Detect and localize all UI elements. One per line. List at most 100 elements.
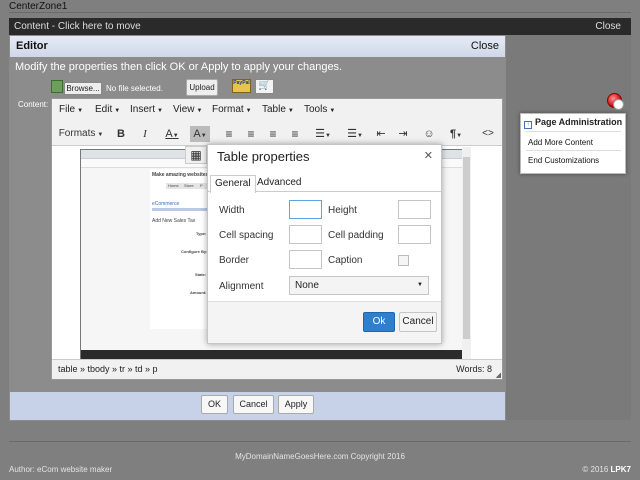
embedded-heading: Make amazing websites, [152,172,210,178]
admin-icon: ↑ [524,121,532,129]
content-close-link[interactable]: Close [595,18,621,35]
embedded-label-state: State: [195,272,207,277]
cancel-button[interactable]: Cancel [233,395,274,414]
numbered-list-icon[interactable]: ☰▼ [344,126,366,142]
dialog-close-icon[interactable]: ✕ [424,149,433,162]
apply-button[interactable]: Apply [278,395,314,414]
embedded-section: eCommerce [152,201,180,207]
editor-scrollbar[interactable] [462,147,471,359]
alignment-select[interactable]: None ▼ [289,276,429,295]
embedded-form-title: Add New Sales Tax [152,218,196,224]
content-move-bar[interactable]: Content - Click here to move Close [9,18,631,35]
width-label: Width [219,205,245,216]
editor-toolbar: Formats ▼ B I A▼ A▼ ≡ ≡ ≡ ≡ ☰▼ ☰▼ ⇤ ⇥ ☺ ¶… [52,122,502,146]
page-admin-title-text: Page Administration [535,117,623,127]
tab-general[interactable]: General [210,175,256,193]
element-path[interactable]: table » tbody » tr » td » p [58,364,158,374]
bullet-list-icon[interactable]: ☰▼ [312,126,334,142]
menu-edit[interactable]: Edit ▼ [95,104,120,115]
embedded-taskbar [81,350,464,359]
dialog-footer: Ok Cancel [208,301,441,343]
emoticon-icon[interactable]: ☺ [422,126,436,142]
border-input[interactable] [289,250,322,269]
width-input[interactable] [289,200,322,219]
justify-icon[interactable]: ≡ [288,126,302,142]
content-bar-label: Content - Click here to move [14,21,141,32]
menu-edit-label: Edit [95,104,113,115]
zone-divider [9,12,631,13]
paypal-icon[interactable]: PayPal [232,79,251,93]
text-color-icon[interactable]: A▼ [162,126,182,142]
editor-menubar: File ▼ Edit ▼ Insert ▼ View ▼ Format ▼ Table ▼… [52,99,502,122]
editor-statusbar: table » tbody » tr » td » p Words: 8 ◢ [52,359,502,379]
paragraph-marks-icon[interactable]: ¶▼ [448,126,464,142]
italic-icon[interactable]: I [138,126,152,142]
embedded-nav-p: P [200,183,203,188]
page-admin-toggle-icon[interactable] [607,93,624,110]
embedded-label-configure: Configure By: [181,249,208,254]
embedded-label-type: Type: [196,231,207,236]
shopping-cart-icon[interactable]: 🛒 [255,79,274,94]
embedded-nav-store: Store [184,183,194,188]
editor-close-link[interactable]: Close [471,40,499,52]
indent-icon[interactable]: ⇥ [396,126,410,142]
chevron-down-icon: ▼ [417,282,423,288]
upload-row: Browse... No file selected. Upload PayPa… [51,79,351,97]
menu-insert[interactable]: Insert ▼ [130,104,163,115]
lpk-credit: © 2016 LPK7 [582,465,631,474]
no-file-label: No file selected. [106,84,163,93]
embedded-link-bar [152,208,212,211]
menu-format[interactable]: Format ▼ [212,104,252,115]
source-code-icon[interactable]: <> [480,126,496,142]
embedded-label-amount: Amount: [190,290,207,295]
add-more-content-link[interactable]: Add More Content [528,138,593,147]
table-properties-dialog: Table properties ✕ General Advanced Widt… [207,144,443,344]
menu-view-label: View [173,104,195,115]
formats-dropdown[interactable]: Formats ▼ [58,126,104,142]
image-file-icon [51,80,63,93]
tab-advanced[interactable]: Advanced [253,175,305,193]
lpk-brand-link[interactable]: LPK7 [611,465,631,474]
menu-table-label: Table [262,104,286,115]
menu-insert-label: Insert [130,104,156,115]
height-label: Height [328,205,357,216]
alignment-label: Alignment [219,281,264,292]
page-admin-title: ↑ Page Administration [524,117,622,129]
border-label: Border [219,255,250,266]
cell-padding-label: Cell padding [328,230,384,241]
menu-view[interactable]: View ▼ [173,104,202,115]
editor-instructions: Modify the properties then click OK or A… [15,61,343,73]
bold-icon[interactable]: B [114,126,128,142]
dialog-cancel-button[interactable]: Cancel [399,312,437,332]
page-admin-divider [526,150,621,151]
author-text: Author: eCom website maker [9,465,113,474]
dialog-ok-button[interactable]: Ok [363,312,395,332]
menu-table[interactable]: Table ▼ [262,104,294,115]
editor-header[interactable]: Editor Close [10,36,505,57]
caption-checkbox[interactable] [398,255,409,266]
height-input[interactable] [398,200,431,219]
cell-spacing-input[interactable] [289,225,322,244]
end-customizations-link[interactable]: End Customizations [528,156,599,165]
browse-button[interactable]: Browse... [64,82,102,95]
background-color-icon[interactable]: A▼ [190,126,210,142]
editor-footer: OK Cancel Apply [10,392,505,420]
cell-padding-input[interactable] [398,225,431,244]
table-icon[interactable]: ▦ [185,146,207,164]
upload-button[interactable]: Upload [186,79,218,96]
align-right-icon[interactable]: ≡ [266,126,280,142]
menu-format-label: Format [212,104,244,115]
footer-divider [9,441,631,442]
page-administration-panel: ↑ Page Administration Add More Content En… [520,113,626,174]
resize-handle-icon[interactable]: ◢ [496,371,501,379]
ok-button[interactable]: OK [201,395,228,414]
copyright-text: MyDomainNameGoesHere.com Copyright 2016 [235,452,405,461]
menu-file[interactable]: File ▼ [59,104,83,115]
zone-label: CenterZone1 [9,1,68,12]
align-center-icon[interactable]: ≡ [244,126,258,142]
menu-tools[interactable]: Tools ▼ [304,104,335,115]
outdent-icon[interactable]: ⇤ [374,126,388,142]
caption-label: Caption [328,255,363,266]
editor-scrollbar-thumb[interactable] [463,157,470,339]
align-left-icon[interactable]: ≡ [222,126,236,142]
